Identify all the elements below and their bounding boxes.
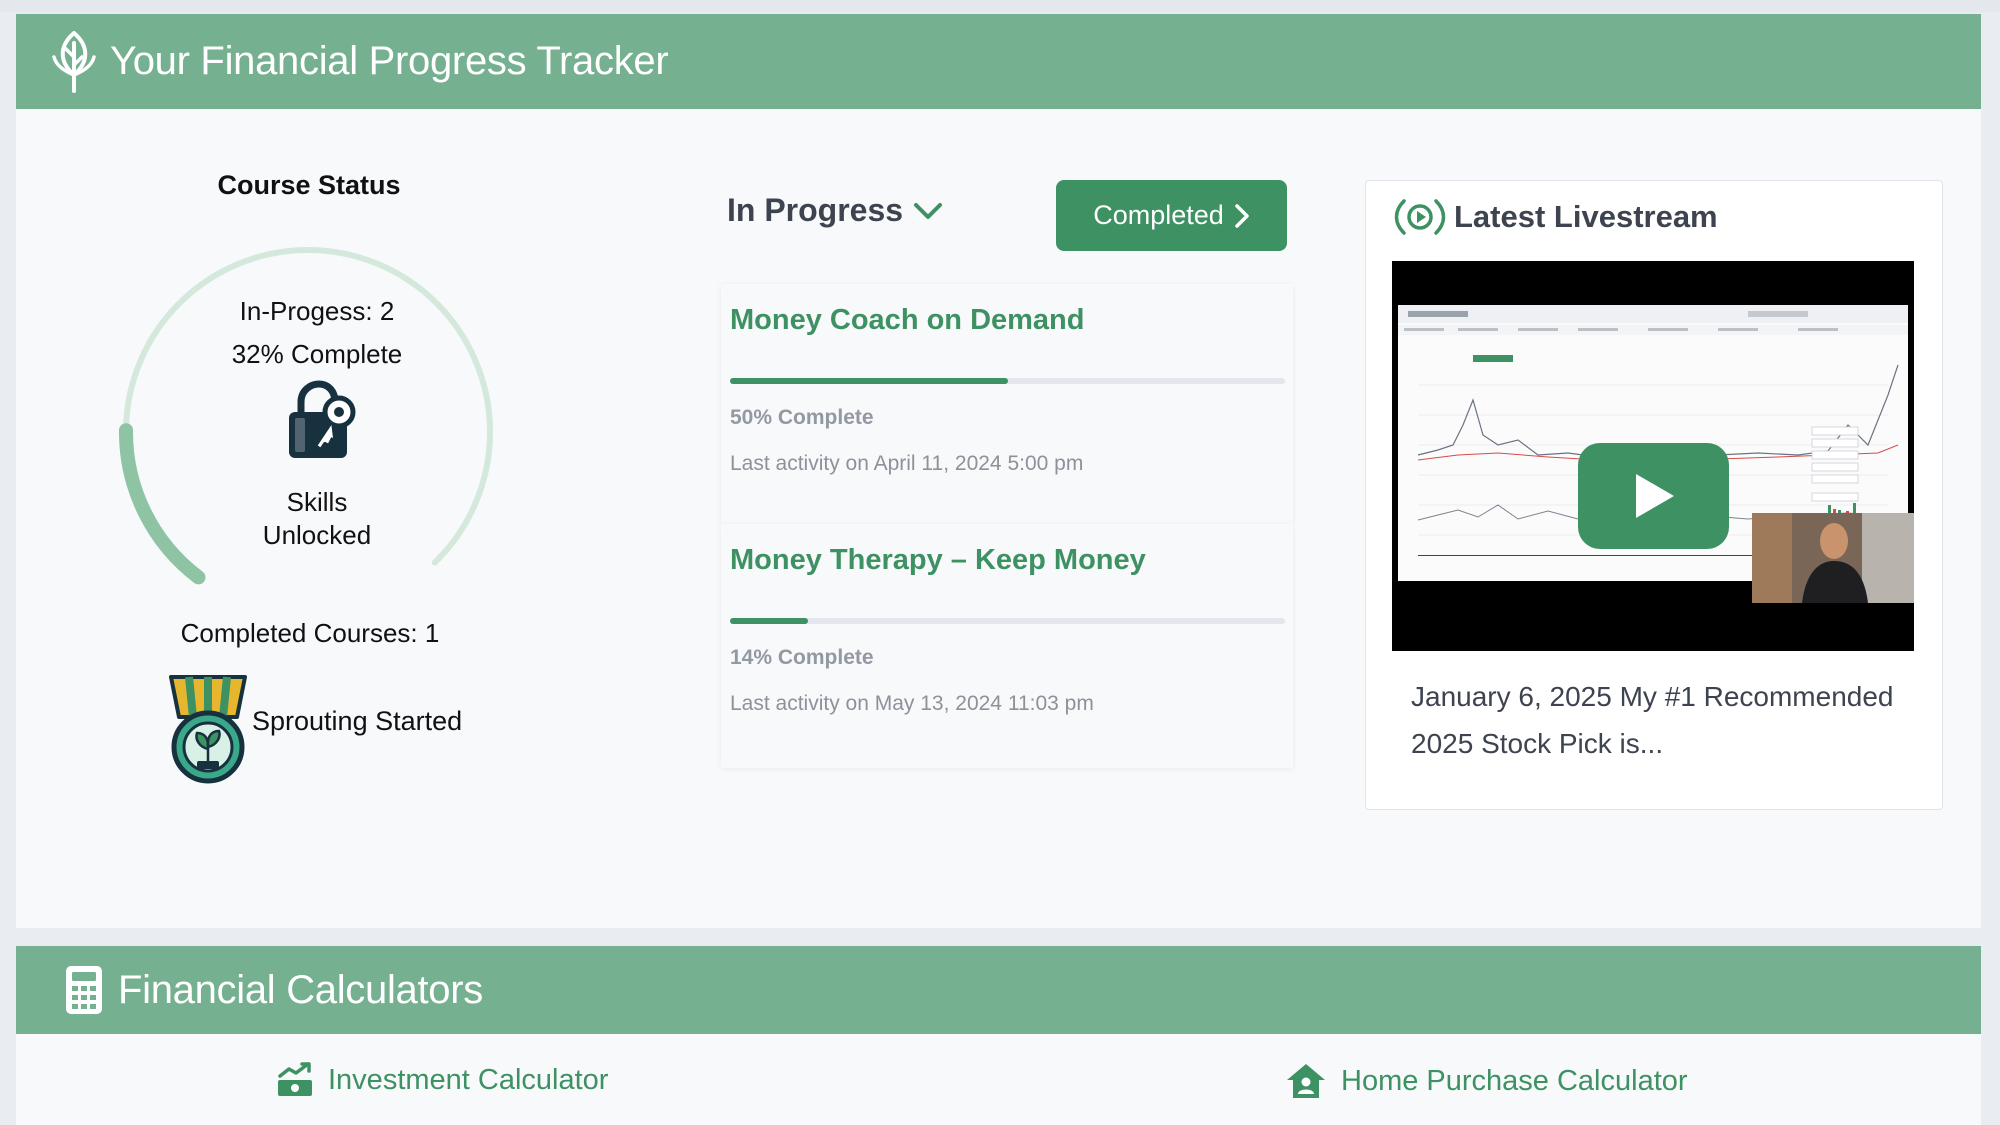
ring-text: In-Progess: 2 32% Complete (157, 280, 477, 371)
livestream-caption[interactable]: January 6, 2025 My #1 Recommended 2025 S… (1411, 673, 1911, 767)
investment-calculator-link[interactable]: Investment Calculator (276, 1062, 608, 1098)
completed-courses-count: Completed Courses: 1 (180, 618, 440, 648)
play-button[interactable] (1578, 443, 1729, 549)
video-player[interactable] (1392, 261, 1914, 651)
in-progress-count: In-Progess: 2 (239, 296, 395, 326)
skills-line-2: Unlocked (262, 520, 372, 550)
course-card[interactable]: Money Coach on Demand 50% Complete Last … (721, 284, 1293, 524)
livestream-card: Latest Livestream January 6, 2025 My #1 … (1365, 180, 1943, 810)
home-purchase-calculator-link[interactable]: Home Purchase Calculator (1285, 1062, 1688, 1100)
course-percent: 50% Complete (730, 406, 874, 429)
course-last-activity: Last activity on May 13, 2024 11:03 pm (730, 692, 1094, 715)
completed-button[interactable]: Completed (1056, 180, 1287, 251)
skills-line-1: Skills (286, 487, 348, 517)
badge-label: Sprouting Started (252, 706, 463, 736)
progress-ring-fill (119, 423, 206, 585)
course-percent: 14% Complete (730, 646, 874, 669)
tracker-title: Your Financial Progress Tracker (110, 39, 669, 83)
overall-percent: 32% Complete (231, 339, 403, 369)
calculators-title: Financial Calculators (118, 967, 483, 1012)
course-card[interactable]: Money Therapy – Keep Money 14% Complete … (721, 524, 1293, 768)
leaf-icon (52, 30, 96, 93)
chevron-right-icon (1235, 203, 1249, 228)
livestream-heading: Latest Livestream (1392, 197, 1718, 237)
calculators-banner: Financial Calculators (16, 946, 1981, 1034)
course-progress-bar (730, 378, 1285, 384)
play-icon (1635, 474, 1674, 518)
tab-in-progress-label: In Progress (727, 192, 904, 228)
broadcast-icon (1394, 199, 1446, 235)
webcam-overlay (1752, 513, 1914, 603)
livestream-title: Latest Livestream (1454, 199, 1718, 234)
medal-badge-icon (169, 675, 247, 784)
investment-calculator-label: Investment Calculator (328, 1063, 609, 1096)
skills-unlocked-label: Skills Unlocked (237, 486, 397, 552)
lock-key-icon (289, 380, 356, 458)
home-purchase-calculator-label: Home Purchase Calculator (1341, 1064, 1688, 1097)
browser-top-strip (0, 0, 2000, 12)
tab-in-progress[interactable]: In Progress (727, 192, 943, 229)
course-progress-fill (730, 618, 808, 624)
course-tabs: In Progress Completed (727, 180, 1287, 252)
course-progress-fill (730, 378, 1008, 384)
tracker-banner: Your Financial Progress Tracker (16, 14, 1981, 109)
calculator-icon (66, 966, 102, 1014)
course-progress-bar (730, 618, 1285, 624)
course-last-activity: Last activity on April 11, 2024 5:00 pm (730, 452, 1084, 475)
investment-chart-icon (278, 1062, 312, 1096)
chevron-down-icon (914, 202, 943, 219)
course-status-heading: Course Status (217, 170, 401, 200)
course-title[interactable]: Money Therapy – Keep Money (730, 544, 1146, 577)
completed-button-label: Completed (1093, 200, 1224, 230)
course-title[interactable]: Money Coach on Demand (730, 304, 1085, 337)
house-icon (1287, 1064, 1325, 1098)
